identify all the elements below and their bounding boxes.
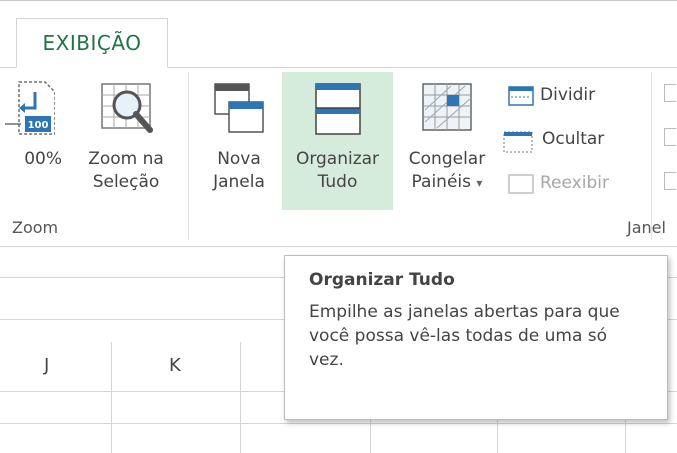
arrange-all-icon bbox=[310, 78, 366, 147]
arrange-all-label: Organizar Tudo bbox=[295, 149, 380, 192]
zoom-selection-icon bbox=[94, 78, 158, 147]
zoom-selection-label: Zoom na Seleção bbox=[88, 149, 164, 192]
tab-view[interactable]: EXIBIÇÃO bbox=[16, 18, 168, 68]
arrange-all-button[interactable]: Organizar Tudo bbox=[282, 72, 393, 210]
split-button[interactable]: Dividir bbox=[508, 80, 628, 110]
freeze-panes-text: Congelar Painéis bbox=[408, 149, 486, 192]
group-label-zoom: Zoom bbox=[12, 218, 59, 237]
column-header-j[interactable]: J bbox=[44, 355, 49, 376]
freeze-panes-icon bbox=[417, 78, 477, 147]
freeze-panes-button[interactable]: Congelar Painéis ▾ bbox=[395, 72, 499, 210]
side-by-side-icon[interactable] bbox=[664, 84, 676, 102]
new-window-button[interactable]: Nova Janela bbox=[204, 72, 274, 210]
reset-window-position-icon[interactable] bbox=[664, 172, 676, 190]
hide-button[interactable]: Ocultar bbox=[502, 124, 632, 154]
arrange-all-tooltip: Organizar Tudo Empilhe as janelas aberta… bbox=[284, 255, 668, 420]
group-separator bbox=[651, 72, 652, 240]
group-label-window: Janel bbox=[627, 218, 666, 237]
tab-bar-top-border bbox=[0, 0, 677, 1]
chevron-down-icon: ▾ bbox=[476, 176, 483, 190]
grid-column-line bbox=[240, 342, 241, 453]
new-window-label: Nova Janela bbox=[213, 149, 265, 192]
hide-icon bbox=[502, 130, 534, 164]
new-window-icon bbox=[211, 78, 267, 147]
split-label: Dividir bbox=[540, 85, 596, 105]
freeze-panes-label: Congelar Painéis ▾ bbox=[395, 148, 499, 195]
zoom-100-icon: 100 bbox=[5, 78, 56, 147]
grid-column-line bbox=[111, 342, 112, 453]
zoom-to-selection-button[interactable]: Zoom na Seleção bbox=[74, 72, 178, 210]
hide-label: Ocultar bbox=[542, 129, 605, 149]
zoom-100-button[interactable]: 100 00% bbox=[0, 72, 66, 210]
group-separator bbox=[188, 72, 189, 240]
split-icon bbox=[508, 86, 534, 116]
tooltip-title: Organizar Tudo bbox=[309, 270, 455, 290]
tooltip-description: Empilhe as janelas abertas para que você… bbox=[309, 302, 620, 370]
synchronous-scroll-icon[interactable] bbox=[664, 128, 676, 146]
unhide-button[interactable]: Reexibir bbox=[508, 168, 632, 198]
zoom-100-label: 00% bbox=[24, 149, 62, 169]
grid-row-line bbox=[0, 423, 677, 424]
svg-text:100: 100 bbox=[28, 120, 49, 131]
unhide-icon bbox=[508, 174, 534, 204]
column-header-k[interactable]: K bbox=[169, 355, 181, 376]
unhide-label: Reexibir bbox=[540, 173, 609, 193]
